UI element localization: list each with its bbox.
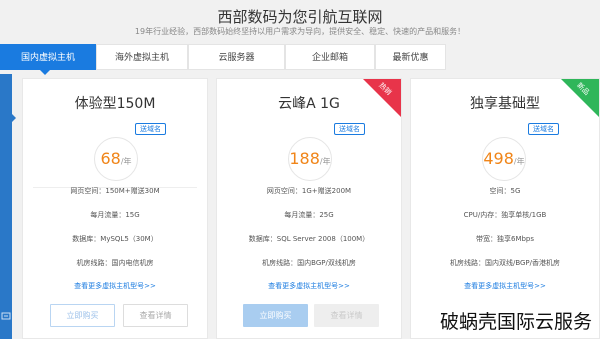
tab-latest-deals[interactable]: 最新优惠: [375, 44, 446, 70]
price-circle: 188/年: [288, 137, 332, 181]
more-models-link[interactable]: 查看更多虚拟主机型号>>: [23, 281, 207, 291]
tab-enterprise-mail[interactable]: 企业邮箱: [285, 44, 375, 70]
buy-button[interactable]: 立即购买: [243, 304, 308, 327]
spec-web-space: 网页空间：150M+赠送30M: [70, 187, 160, 195]
price-unit: /年: [120, 157, 132, 166]
price-unit: /年: [513, 157, 525, 166]
spec-web-space: 网页空间：1G+赠送200M: [266, 187, 352, 195]
buy-button[interactable]: 立即购买: [50, 304, 115, 327]
watermark-text: 破蜗壳国际云服务: [437, 307, 594, 337]
spec-datacenter: 机房线路：国内双线/BGP/香港机房: [449, 259, 561, 267]
product-card-dedicated: 新品 独享基础型 送域名 498/年 空间：5G CPU/内存：独享单核/1GB…: [410, 78, 600, 339]
free-domain-tag: 送域名: [334, 123, 365, 135]
active-tab-pointer: [40, 70, 50, 75]
more-models-link[interactable]: 查看更多虚拟主机型号>>: [217, 281, 401, 291]
product-card-cloud: 热销 云峰A 1G 送域名 188/年 网页空间：1G+赠送200M 每月流量：…: [216, 78, 402, 339]
page-title: 西部数码为您引航互联网: [217, 8, 383, 26]
price-unit: /年: [319, 157, 331, 166]
price-value: 188: [289, 149, 320, 168]
fold-icon[interactable]: [1, 311, 11, 321]
side-strip: [0, 74, 12, 339]
tab-overseas-hosting[interactable]: 海外虚拟主机: [96, 44, 188, 70]
spec-database: 数据库：SQL Server 2008（100M）: [248, 235, 370, 243]
spec-cpu-memory: CPU/内存：独享单核/1GB: [463, 211, 547, 219]
card-title: 体验型150M: [74, 96, 156, 112]
spec-bandwidth: 带宽：独享6Mbps: [475, 235, 535, 243]
spec-storage: 空间：5G: [489, 187, 521, 195]
price-circle: 68/年: [94, 137, 138, 181]
details-button[interactable]: 查看详情: [123, 304, 188, 327]
free-domain-tag: 送域名: [135, 123, 166, 135]
spec-database: 数据库：MySQL5（30M）: [72, 235, 158, 243]
price-value: 498: [483, 149, 514, 168]
price-circle: 498/年: [482, 137, 526, 181]
card-title: 独享基础型: [470, 96, 540, 112]
card-title: 云峰A 1G: [278, 96, 340, 112]
price-value: 68: [100, 149, 121, 168]
side-strip-notch: [12, 114, 16, 122]
spec-datacenter: 机房线路：国内电信机房: [76, 259, 154, 267]
spec-traffic: 每月流量：25G: [284, 211, 334, 219]
tab-cloud-server[interactable]: 云服务器: [188, 44, 285, 70]
tab-domestic-hosting[interactable]: 国内虚拟主机: [0, 44, 96, 70]
spec-datacenter: 机房线路：国内BGP/双线机房: [262, 259, 356, 267]
product-tabs: 国内虚拟主机 海外虚拟主机 云服务器 企业邮箱 最新优惠: [0, 44, 600, 70]
details-button[interactable]: 查看详情: [314, 304, 379, 327]
spec-traffic: 每月流量：15G: [90, 211, 140, 219]
more-models-link[interactable]: 查看更多虚拟主机型号>>: [411, 281, 599, 291]
page-subtitle: 19年行业经验，西部数码始终坚持以用户需求为导向，提供安全、稳定、快速的产品和服…: [134, 27, 466, 36]
product-card-basic: 体验型150M 送域名 68/年 网页空间：150M+赠送30M 每月流量：15…: [22, 78, 208, 339]
free-domain-tag: 送域名: [528, 123, 559, 135]
